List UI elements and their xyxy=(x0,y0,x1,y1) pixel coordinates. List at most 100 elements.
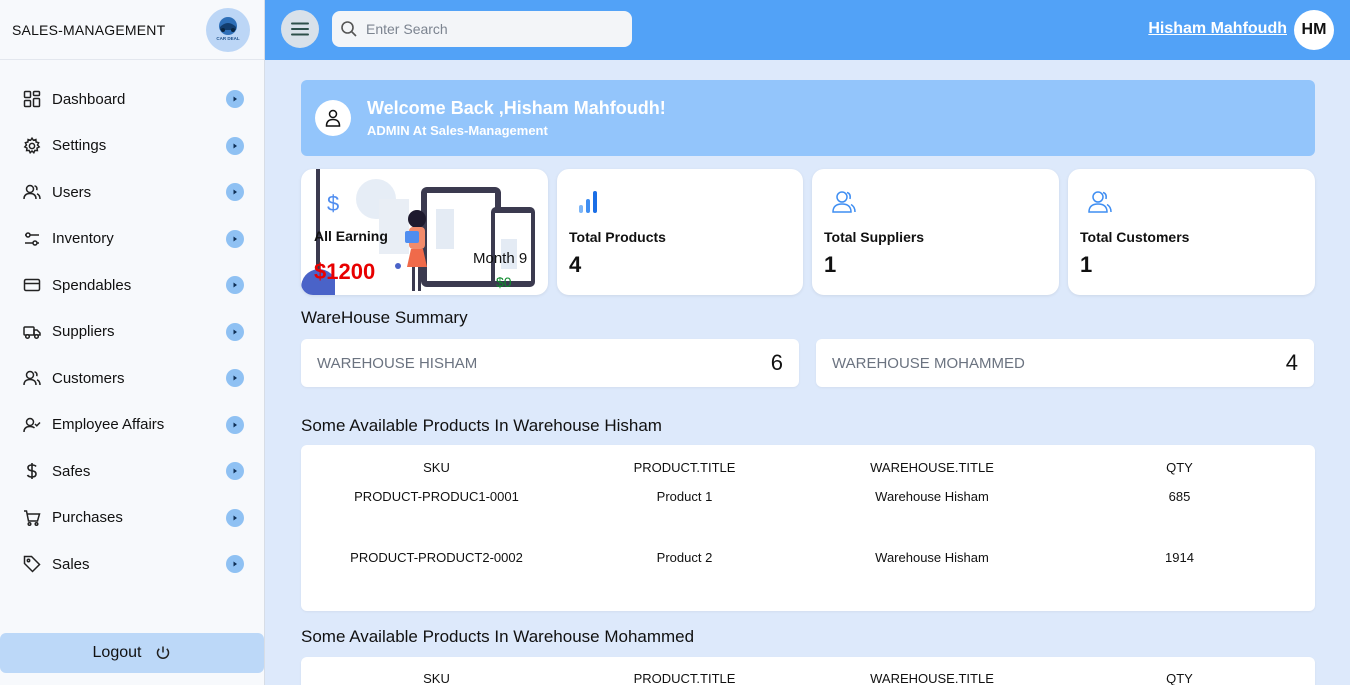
warehouse-summary-item[interactable]: WAREHOUSE HISHAM 6 xyxy=(301,339,799,387)
products-table-title: Some Available Products In Warehouse His… xyxy=(301,416,662,435)
bar-chart-icon xyxy=(579,191,597,213)
table-row[interactable]: PRODUCT-PRODUCT2-0002 Product 2 Warehous… xyxy=(301,527,1315,565)
user-name-link[interactable]: Hisham Mahfoudh xyxy=(1148,20,1287,38)
table-header: SKU PRODUCT.TITLE WAREHOUSE.TITLE QTY xyxy=(301,657,1315,685)
earning-card[interactable]: $ All Earning $1200 Month 9 $0 xyxy=(301,169,548,295)
sku-cell: PRODUCT-PRODUC1-0001 xyxy=(354,489,519,504)
qty-cell: 1914 xyxy=(1165,550,1194,565)
sidebar-item-label: Employee Affairs xyxy=(52,416,165,434)
card-label: Total Suppliers xyxy=(824,229,925,245)
column-header[interactable]: SKU xyxy=(301,671,572,685)
logout-button[interactable]: Logout xyxy=(0,633,264,673)
sidebar-item-label: Suppliers xyxy=(52,323,115,341)
chevron-right-icon[interactable] xyxy=(226,90,244,109)
column-header[interactable]: PRODUCT.TITLE xyxy=(572,460,797,475)
qty-cell: 685 xyxy=(1168,489,1191,504)
search-input[interactable] xyxy=(366,21,606,37)
welcome-banner: Welcome Back ,Hisham Mahfoudh! ADMIN At … xyxy=(301,80,1315,156)
sidebar-nav: Dashboard Settings Users Inventory Spend… xyxy=(0,60,264,588)
warehouse-title-cell: Warehouse Hisham xyxy=(875,550,989,565)
search-icon xyxy=(341,21,357,37)
sidebar: SALES-MANAGEMENT CAR DEAL Dashboard Sett… xyxy=(0,0,265,685)
brand-logo[interactable]: CAR DEAL xyxy=(206,7,250,52)
month-label: Month 9 xyxy=(473,250,528,267)
sidebar-item-sales[interactable]: Sales xyxy=(0,541,264,588)
product-title-cell: Product 1 xyxy=(656,489,713,504)
sidebar-item-dashboard[interactable]: Dashboard xyxy=(0,76,264,123)
sidebar-item-customers[interactable]: Customers xyxy=(0,355,264,402)
car-logo-icon: CAR DEAL xyxy=(216,16,240,41)
chevron-right-icon[interactable] xyxy=(226,276,244,295)
product-title-cell: Product 2 xyxy=(656,550,713,565)
chevron-right-icon[interactable] xyxy=(226,462,244,481)
users-icon xyxy=(1088,191,1112,213)
earning-label: All Earning xyxy=(314,228,388,244)
avatar[interactable]: HM xyxy=(1294,10,1334,50)
chevron-right-icon[interactable] xyxy=(226,322,244,341)
sidebar-item-inventory[interactable]: Inventory xyxy=(0,216,264,263)
chevron-right-icon[interactable] xyxy=(226,369,244,388)
sidebar-item-safes[interactable]: Safes xyxy=(0,448,264,495)
chevron-right-icon[interactable] xyxy=(226,555,244,574)
dollar-icon xyxy=(22,461,42,481)
chevron-right-icon[interactable] xyxy=(226,508,244,527)
table-header: SKU PRODUCT.TITLE WAREHOUSE.TITLE QTY xyxy=(301,445,1315,489)
user-icon xyxy=(315,100,351,136)
column-header[interactable]: WAREHOUSE.TITLE xyxy=(797,671,1067,685)
warehouse-title-cell: Warehouse Hisham xyxy=(875,489,989,504)
column-header[interactable]: WAREHOUSE.TITLE xyxy=(797,460,1067,475)
dashboard-icon xyxy=(22,89,42,109)
chevron-right-icon[interactable] xyxy=(226,229,244,248)
tag-icon xyxy=(22,554,42,574)
users-icon xyxy=(832,191,856,213)
users-icon xyxy=(22,368,42,388)
products-table: SKU PRODUCT.TITLE WAREHOUSE.TITLE QTY xyxy=(301,657,1315,685)
sidebar-item-label: Safes xyxy=(52,462,91,480)
hamburger-icon xyxy=(291,22,309,36)
cart-icon xyxy=(22,508,42,528)
top-bar: Hisham Mahfoudh HM xyxy=(265,0,1350,60)
sidebar-item-label: Inventory xyxy=(52,230,114,248)
column-header[interactable]: SKU xyxy=(301,460,572,475)
column-header[interactable]: PRODUCT.TITLE xyxy=(572,671,797,685)
warehouse-name: WAREHOUSE HISHAM xyxy=(317,354,478,372)
sidebar-item-users[interactable]: Users xyxy=(0,169,264,216)
earning-value: $1200 xyxy=(314,259,376,284)
sidebar-item-label: Sales xyxy=(52,555,90,573)
sidebar-item-purchases[interactable]: Purchases xyxy=(0,495,264,542)
warehouse-summary-item[interactable]: WAREHOUSE MOHAMMED 4 xyxy=(816,339,1314,387)
warehouse-count: 6 xyxy=(770,350,783,375)
chevron-right-icon[interactable] xyxy=(226,136,244,155)
sliders-icon xyxy=(22,229,42,249)
sidebar-item-label: Customers xyxy=(52,369,125,387)
sidebar-item-label: Dashboard xyxy=(52,90,126,108)
chevron-right-icon[interactable] xyxy=(226,415,244,434)
sidebar-item-suppliers[interactable]: Suppliers xyxy=(0,309,264,356)
card-value: 4 xyxy=(569,252,582,277)
sidebar-item-label: Settings xyxy=(52,137,107,155)
menu-toggle-button[interactable] xyxy=(281,10,319,48)
user-check-icon xyxy=(22,415,42,435)
sidebar-item-spendables[interactable]: Spendables xyxy=(0,262,264,309)
chevron-right-icon[interactable] xyxy=(226,183,244,202)
card-label: Total Customers xyxy=(1080,229,1190,245)
truck-icon xyxy=(22,322,42,342)
svg-text:$: $ xyxy=(327,191,339,216)
total-suppliers-card[interactable]: Total Suppliers 1 xyxy=(812,169,1059,295)
brand-title: SALES-MANAGEMENT xyxy=(12,21,166,38)
products-table-title: Some Available Products In Warehouse Moh… xyxy=(301,627,695,646)
card-label: Total Products xyxy=(569,229,666,245)
sidebar-item-settings[interactable]: Settings xyxy=(0,123,264,170)
card-value: 1 xyxy=(824,252,837,277)
table-row[interactable]: PRODUCT-PRODUC1-0001 Product 1 Warehouse… xyxy=(301,489,1315,527)
total-customers-card[interactable]: Total Customers 1 xyxy=(1068,169,1315,295)
month-earning-value: $0 xyxy=(496,274,512,290)
card-value: 1 xyxy=(1080,252,1093,277)
sidebar-item-employee-affairs[interactable]: Employee Affairs xyxy=(0,402,264,449)
column-header[interactable]: QTY xyxy=(1067,671,1292,685)
svg-text:CAR DEAL: CAR DEAL xyxy=(216,36,240,41)
total-products-card[interactable]: Total Products 4 xyxy=(557,169,803,295)
column-header[interactable]: QTY xyxy=(1067,460,1292,475)
power-icon xyxy=(157,646,170,660)
welcome-subtitle: ADMIN At Sales-Management xyxy=(367,123,548,138)
